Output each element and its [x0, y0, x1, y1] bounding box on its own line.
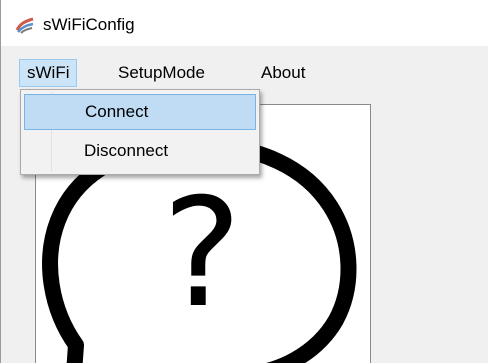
menu-item-connect[interactable]: Connect — [24, 94, 256, 130]
menu-bar: sWiFi SetupMode About — [1, 55, 488, 91]
swifi-dropdown-menu: Connect Disconnect — [20, 89, 260, 175]
menu-swifi[interactable]: sWiFi — [19, 59, 78, 87]
window-title: sWiFiConfig — [43, 15, 135, 34]
question-glyph: ? — [162, 167, 242, 341]
menu-setupmode[interactable]: SetupMode — [111, 59, 212, 87]
app-window: sWiFiConfig sWiFi SetupMode About ? Conn… — [0, 0, 488, 363]
menu-about[interactable]: About — [254, 59, 312, 87]
wifi-app-icon — [15, 16, 35, 34]
menu-item-disconnect[interactable]: Disconnect — [24, 134, 256, 170]
title-bar[interactable]: sWiFiConfig — [1, 0, 488, 46]
